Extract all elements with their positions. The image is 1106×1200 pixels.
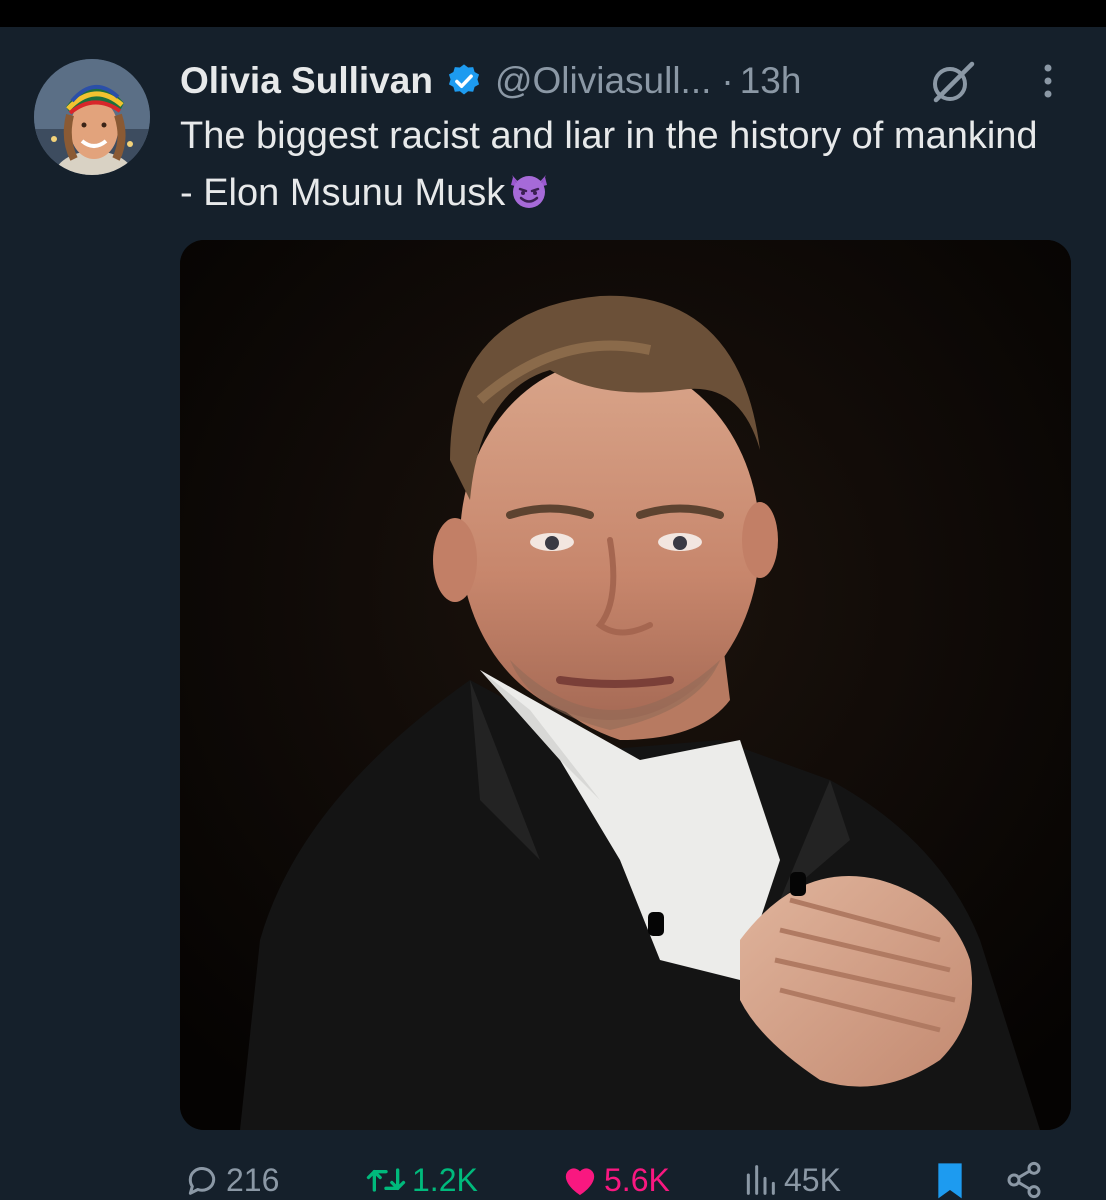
heart-icon bbox=[565, 1168, 595, 1195]
tweet-text: The biggest racist and liar in the histo… bbox=[180, 108, 1060, 222]
share-icon bbox=[1007, 1161, 1041, 1199]
grok-icon[interactable] bbox=[928, 58, 976, 106]
retweet-button[interactable]: 1.2K bbox=[364, 1160, 478, 1200]
bookmark-icon bbox=[938, 1163, 962, 1199]
retweet-icon bbox=[366, 1168, 406, 1192]
like-button[interactable]: 5.6K bbox=[560, 1160, 670, 1200]
share-button[interactable] bbox=[1002, 1160, 1050, 1200]
status-bar bbox=[0, 0, 1106, 27]
tweet-timestamp[interactable]: 13h bbox=[740, 60, 802, 102]
more-vertical-icon[interactable] bbox=[1034, 62, 1062, 102]
tweet-media-photo[interactable] bbox=[180, 240, 1071, 1130]
verified-badge-icon bbox=[445, 62, 483, 100]
retweet-count: 1.2K bbox=[412, 1161, 478, 1198]
author-name[interactable]: Olivia Sullivan bbox=[180, 60, 433, 102]
reply-button[interactable]: 216 bbox=[182, 1160, 279, 1200]
avatar[interactable] bbox=[34, 59, 150, 175]
views-button[interactable]: 45K bbox=[740, 1160, 841, 1200]
like-count: 5.6K bbox=[604, 1161, 670, 1198]
author-handle[interactable]: @Oliviasull... bbox=[495, 60, 711, 102]
tweet-body: The biggest racist and liar in the histo… bbox=[180, 115, 1038, 214]
views-icon bbox=[746, 1165, 775, 1195]
views-count: 45K bbox=[784, 1161, 841, 1198]
bookmark-button[interactable] bbox=[932, 1160, 972, 1200]
tweet-actions-bar: 216 1.2K 5.6K 45K bbox=[180, 1150, 1060, 1200]
smiling-devil-emoji bbox=[507, 167, 551, 211]
reply-count: 216 bbox=[226, 1161, 280, 1198]
reply-icon bbox=[188, 1167, 216, 1195]
separator-dot: · bbox=[721, 60, 734, 101]
